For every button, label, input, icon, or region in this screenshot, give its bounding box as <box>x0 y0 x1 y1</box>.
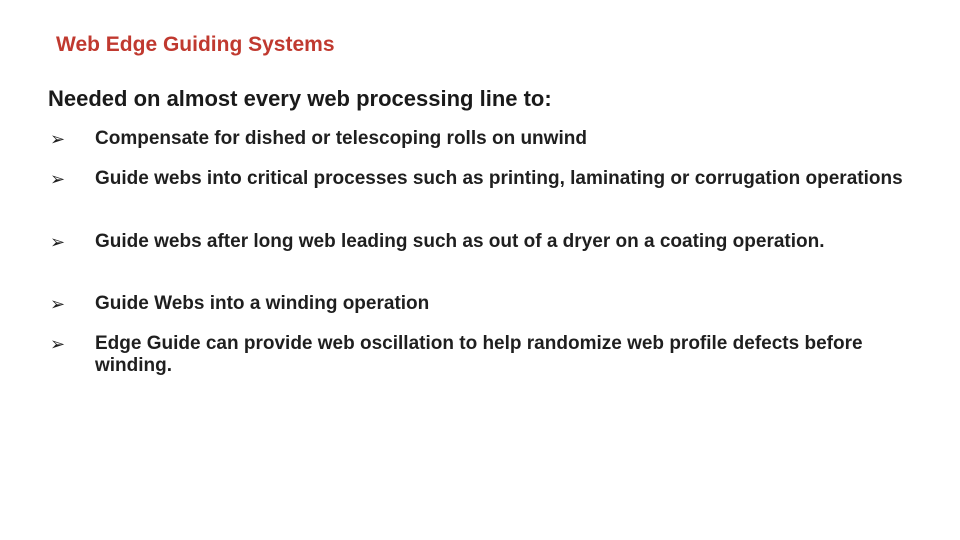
bullet-text: Guide Webs into a winding operation <box>95 293 430 314</box>
slide-title: Web Edge Guiding Systems <box>56 33 335 56</box>
arrow-bullet-icon: ➢ <box>50 169 66 189</box>
bullet-item: ➢ Compensate for dished or telescoping r… <box>48 128 928 150</box>
bullet-item: ➢ Guide webs into critical processes suc… <box>48 168 928 190</box>
arrow-bullet-icon: ➢ <box>50 232 66 252</box>
bullet-item: ➢ Guide webs after long web leading such… <box>48 231 928 253</box>
bullet-item: ➢ Guide Webs into a winding operation <box>48 293 928 315</box>
arrow-bullet-icon: ➢ <box>50 129 66 149</box>
bullet-text: Compensate for dished or telescoping rol… <box>95 128 587 149</box>
bullet-item: ➢ Edge Guide can provide web oscillation… <box>48 333 928 377</box>
arrow-bullet-icon: ➢ <box>50 334 66 354</box>
bullet-text: Guide webs after long web leading such a… <box>95 231 825 252</box>
bullet-text: Edge Guide can provide web oscillation t… <box>95 333 863 376</box>
slide-subtitle: Needed on almost every web processing li… <box>48 86 552 111</box>
bullet-text: Guide webs into critical processes such … <box>95 168 903 189</box>
arrow-bullet-icon: ➢ <box>50 294 66 314</box>
